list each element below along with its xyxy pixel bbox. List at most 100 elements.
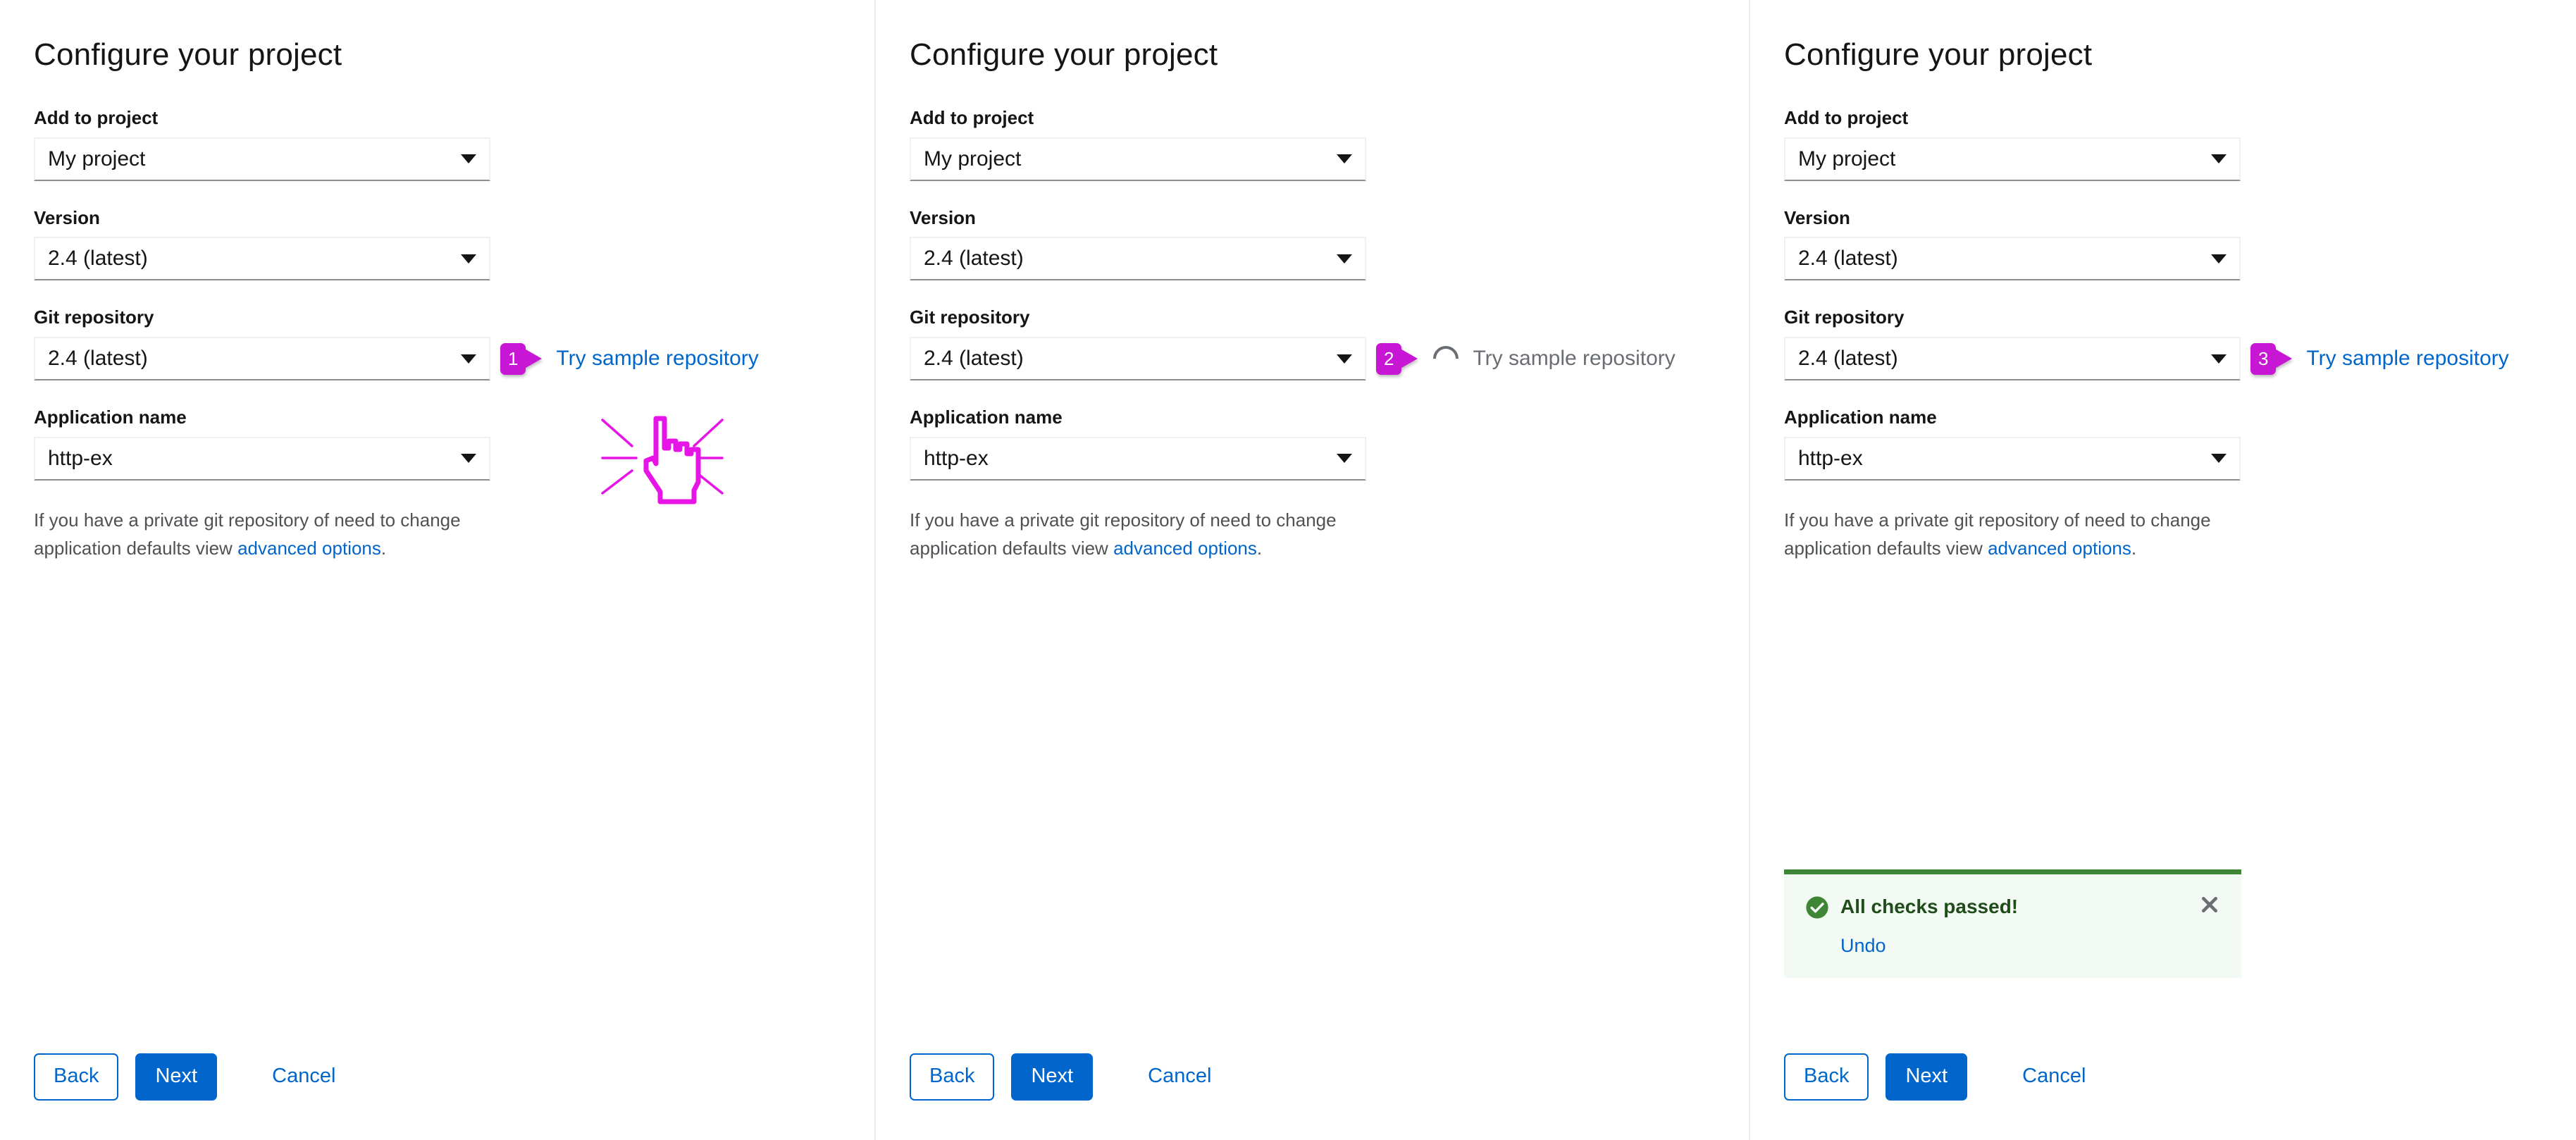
field-label-add-to-project: Add to project bbox=[910, 106, 1749, 130]
select-row-application-name: http-ex bbox=[34, 437, 874, 481]
panel-step-1: Configure your project Add to project My… bbox=[0, 0, 874, 1140]
select-row-git-repository: 2.4 (latest) 3 Try sample repository bbox=[1784, 337, 2576, 380]
helper-text-after: . bbox=[2131, 538, 2136, 559]
select-value-application-name: http-ex bbox=[48, 448, 461, 469]
check-circle-icon bbox=[1805, 896, 1829, 919]
helper-text-after: . bbox=[1257, 538, 1262, 559]
select-application-name[interactable]: http-ex bbox=[910, 437, 1366, 481]
field-add-to-project: Add to project My project bbox=[1784, 106, 2576, 181]
select-git-repository[interactable]: 2.4 (latest) bbox=[34, 337, 490, 380]
select-value-git-repository: 2.4 (latest) bbox=[48, 348, 461, 369]
advanced-options-link[interactable]: advanced options bbox=[1988, 538, 2131, 559]
cancel-button[interactable]: Cancel bbox=[2007, 1055, 2101, 1099]
footer-actions: Back Next Cancel bbox=[910, 1053, 1227, 1101]
select-value-application-name: http-ex bbox=[1798, 448, 2211, 469]
page-title: Configure your project bbox=[910, 37, 1749, 74]
field-label-git-repository: Git repository bbox=[34, 306, 874, 330]
field-add-to-project: Add to project My project bbox=[910, 106, 1749, 181]
field-label-version: Version bbox=[910, 206, 1749, 230]
field-application-name: Application name http-ex bbox=[910, 406, 1749, 481]
select-row-version: 2.4 (latest) bbox=[34, 237, 874, 280]
next-button[interactable]: Next bbox=[135, 1053, 217, 1101]
select-value-git-repository: 2.4 (latest) bbox=[924, 348, 1337, 369]
field-label-application-name: Application name bbox=[34, 406, 874, 430]
field-git-repository: Git repository 2.4 (latest) 3 Try sample… bbox=[1784, 306, 2576, 380]
step-badge-label: 2 bbox=[1376, 343, 1401, 375]
select-value-add-to-project: My project bbox=[48, 149, 461, 170]
select-git-repository[interactable]: 2.4 (latest) bbox=[1784, 337, 2241, 380]
try-sample-repository-link[interactable]: Try sample repository bbox=[556, 348, 758, 369]
page-title: Configure your project bbox=[34, 37, 874, 74]
select-application-name[interactable]: http-ex bbox=[1784, 437, 2241, 481]
select-row-add-to-project: My project bbox=[910, 137, 1749, 181]
field-version: Version 2.4 (latest) bbox=[910, 206, 1749, 281]
field-version: Version 2.4 (latest) bbox=[1784, 206, 2576, 281]
footer-actions: Back Next Cancel bbox=[1784, 1053, 2101, 1101]
step-badge-1: 1 bbox=[500, 343, 542, 375]
select-version[interactable]: 2.4 (latest) bbox=[1784, 237, 2241, 280]
panel-step-2: Configure your project Add to project My… bbox=[874, 0, 1749, 1140]
chevron-down-icon bbox=[461, 354, 476, 364]
step-badge-2: 2 bbox=[1376, 343, 1418, 375]
select-row-version: 2.4 (latest) bbox=[910, 237, 1749, 280]
page-title: Configure your project bbox=[1784, 37, 2576, 74]
chevron-down-icon bbox=[1337, 154, 1352, 163]
select-value-version: 2.4 (latest) bbox=[924, 248, 1337, 269]
next-button[interactable]: Next bbox=[1885, 1053, 1967, 1101]
step-badge-3: 3 bbox=[2250, 343, 2292, 375]
select-add-to-project[interactable]: My project bbox=[910, 137, 1366, 181]
field-label-application-name: Application name bbox=[1784, 406, 2576, 430]
select-git-repository[interactable]: 2.4 (latest) bbox=[910, 337, 1366, 380]
screenshot-stage: Configure your project Add to project My… bbox=[0, 0, 2576, 1140]
select-application-name[interactable]: http-ex bbox=[34, 437, 490, 481]
back-button[interactable]: Back bbox=[34, 1053, 118, 1101]
cancel-button[interactable]: Cancel bbox=[1132, 1055, 1227, 1099]
cancel-button[interactable]: Cancel bbox=[256, 1055, 351, 1099]
success-alert-header: All checks passed! bbox=[1805, 894, 2220, 919]
close-icon[interactable] bbox=[2199, 894, 2220, 915]
select-version[interactable]: 2.4 (latest) bbox=[34, 237, 490, 280]
select-version[interactable]: 2.4 (latest) bbox=[910, 237, 1366, 280]
select-row-git-repository: 2.4 (latest) 2 Try sample repository bbox=[910, 337, 1749, 380]
step-badge-label: 3 bbox=[2250, 343, 2276, 375]
field-label-application-name: Application name bbox=[910, 406, 1749, 430]
select-add-to-project[interactable]: My project bbox=[34, 137, 490, 181]
step-badge-label: 1 bbox=[500, 343, 526, 375]
try-sample-repository-link[interactable]: Try sample repository bbox=[2306, 348, 2508, 369]
loading-spinner-icon bbox=[1428, 341, 1464, 377]
field-git-repository: Git repository 2.4 (latest) 1 Try sample… bbox=[34, 306, 874, 380]
field-application-name: Application name http-ex bbox=[1784, 406, 2576, 481]
select-value-add-to-project: My project bbox=[924, 149, 1337, 170]
helper-text: If you have a private git repository of … bbox=[34, 506, 527, 563]
select-value-git-repository: 2.4 (latest) bbox=[1798, 348, 2211, 369]
helper-text-after: . bbox=[381, 538, 386, 559]
back-button[interactable]: Back bbox=[1784, 1053, 1869, 1101]
field-label-version: Version bbox=[34, 206, 874, 230]
chevron-down-icon bbox=[1337, 254, 1352, 264]
advanced-options-link[interactable]: advanced options bbox=[237, 538, 381, 559]
undo-link[interactable]: Undo bbox=[1840, 935, 1886, 957]
chevron-down-icon bbox=[2211, 154, 2227, 163]
select-row-application-name: http-ex bbox=[1784, 437, 2576, 481]
field-version: Version 2.4 (latest) bbox=[34, 206, 874, 281]
select-row-add-to-project: My project bbox=[34, 137, 874, 181]
select-value-version: 2.4 (latest) bbox=[48, 248, 461, 269]
advanced-options-link[interactable]: advanced options bbox=[1113, 538, 1257, 559]
field-git-repository: Git repository 2.4 (latest) 2 Try sample… bbox=[910, 306, 1749, 380]
select-value-add-to-project: My project bbox=[1798, 149, 2211, 170]
chevron-down-icon bbox=[1337, 454, 1352, 463]
select-value-version: 2.4 (latest) bbox=[1798, 248, 2211, 269]
chevron-down-icon bbox=[2211, 354, 2227, 364]
back-button[interactable]: Back bbox=[910, 1053, 994, 1101]
try-sample-repository-label: Try sample repository bbox=[1473, 348, 1675, 369]
panel-step-3: Configure your project Add to project My… bbox=[1749, 0, 2576, 1140]
field-label-add-to-project: Add to project bbox=[34, 106, 874, 130]
field-label-git-repository: Git repository bbox=[910, 306, 1749, 330]
chevron-down-icon bbox=[1337, 354, 1352, 364]
field-add-to-project: Add to project My project bbox=[34, 106, 874, 181]
next-button[interactable]: Next bbox=[1011, 1053, 1093, 1101]
select-row-add-to-project: My project bbox=[1784, 137, 2576, 181]
chevron-down-icon bbox=[461, 154, 476, 163]
select-add-to-project[interactable]: My project bbox=[1784, 137, 2241, 181]
select-row-application-name: http-ex bbox=[910, 437, 1749, 481]
